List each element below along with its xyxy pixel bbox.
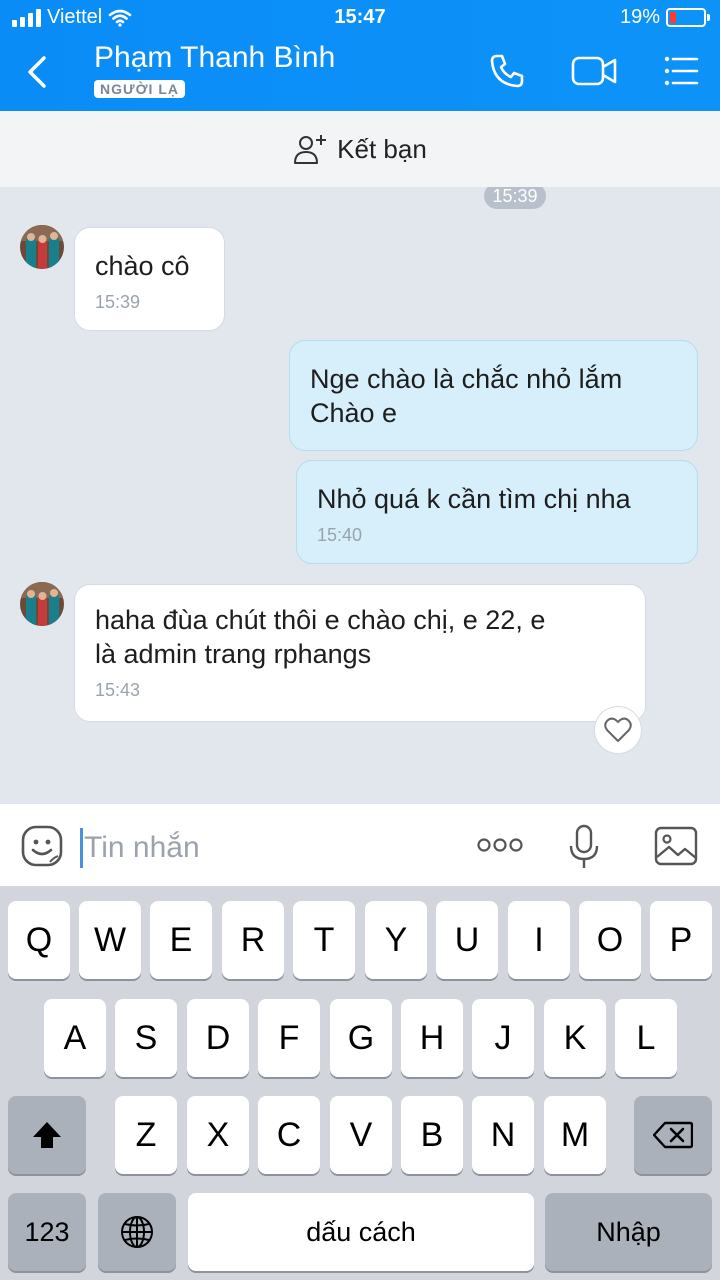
backspace-key[interactable]: [634, 1096, 712, 1174]
key-j[interactable]: J: [472, 999, 534, 1077]
add-user-icon: [294, 135, 327, 164]
keyboard: Q W E R T Y U I O P A S D F G H J K L Z …: [0, 886, 720, 1280]
key-g[interactable]: G: [330, 999, 392, 1077]
message-text: Nhỏ quá k cần tìm chị nha: [317, 484, 631, 514]
globe-icon: [121, 1216, 153, 1248]
key-s[interactable]: S: [115, 999, 177, 1077]
message-time: 15:40: [317, 525, 363, 545]
key-c[interactable]: C: [258, 1096, 320, 1174]
key-v[interactable]: V: [330, 1096, 392, 1174]
message-time: 15:39: [95, 292, 141, 312]
video-call-icon[interactable]: [570, 52, 618, 90]
status-time: 15:47: [334, 6, 386, 28]
key-k[interactable]: K: [544, 999, 606, 1077]
key-q[interactable]: Q: [8, 901, 70, 979]
back-icon[interactable]: [20, 50, 60, 94]
text-caret: [80, 828, 83, 868]
message-time: 15:43: [95, 680, 141, 700]
heart-icon: [604, 717, 632, 742]
key-i[interactable]: I: [508, 901, 570, 979]
key-u[interactable]: U: [436, 901, 498, 979]
key-w[interactable]: W: [79, 901, 141, 979]
status-bar: Viettel 15:47 19%: [0, 0, 720, 36]
return-key[interactable]: Nhập: [545, 1193, 712, 1271]
battery-percent: 19%: [619, 6, 660, 28]
message-bubble[interactable]: Nge chào là chắc nhỏ lắm Chào e: [289, 340, 698, 451]
message-bubble[interactable]: haha đùa chút thôi e chào chị, e 22, e l…: [74, 584, 646, 722]
message-bubble[interactable]: Nhỏ quá k cần tìm chị nha 15:40: [296, 460, 698, 564]
shift-icon: [33, 1122, 61, 1148]
avatar-image: [20, 225, 64, 269]
image-icon[interactable]: [654, 826, 698, 866]
key-f[interactable]: F: [258, 999, 320, 1077]
message-bubble[interactable]: chào cô 15:39: [74, 227, 225, 331]
key-o[interactable]: O: [579, 901, 641, 979]
nav-bar: Phạm Thanh Bình NGƯỜI LẠ: [0, 36, 720, 111]
avatar-image: [20, 582, 64, 626]
space-key[interactable]: dấu cách: [188, 1193, 534, 1271]
message-text: chào cô: [95, 251, 190, 281]
contact-name[interactable]: Phạm Thanh Bình: [94, 41, 335, 75]
key-a[interactable]: A: [44, 999, 106, 1077]
message-input-bar: [0, 804, 720, 886]
microphone-icon[interactable]: [568, 824, 600, 870]
add-friend-button[interactable]: Kết bạn: [0, 111, 720, 187]
chat-messages[interactable]: 15:39 chào cô 15:39 Nge chào là chắc nhỏ…: [0, 187, 720, 804]
key-m[interactable]: M: [544, 1096, 606, 1174]
menu-icon[interactable]: [662, 52, 700, 90]
react-heart-button[interactable]: [594, 706, 642, 754]
phone-icon[interactable]: [488, 52, 526, 90]
backspace-icon: [653, 1121, 693, 1149]
key-x[interactable]: X: [187, 1096, 249, 1174]
globe-key[interactable]: [98, 1193, 176, 1271]
key-d[interactable]: D: [187, 999, 249, 1077]
more-icon[interactable]: [476, 835, 524, 855]
time-divider: 15:39: [484, 187, 546, 209]
numbers-key[interactable]: 123: [8, 1193, 86, 1271]
sticker-icon[interactable]: [20, 824, 64, 868]
key-r[interactable]: R: [222, 901, 284, 979]
avatar[interactable]: [20, 225, 64, 269]
key-y[interactable]: Y: [365, 901, 427, 979]
add-friend-label: Kết bạn: [337, 133, 427, 164]
key-n[interactable]: N: [472, 1096, 534, 1174]
shift-key[interactable]: [8, 1096, 86, 1174]
key-t[interactable]: T: [293, 901, 355, 979]
key-h[interactable]: H: [401, 999, 463, 1077]
message-input[interactable]: [84, 824, 444, 872]
battery-icon: [666, 8, 710, 27]
battery-group: 19%: [619, 6, 710, 29]
key-z[interactable]: Z: [115, 1096, 177, 1174]
key-b[interactable]: B: [401, 1096, 463, 1174]
avatar[interactable]: [20, 582, 64, 626]
message-text: Nge chào là chắc nhỏ lắm: [310, 364, 623, 394]
stranger-badge: NGƯỜI LẠ: [94, 80, 185, 98]
message-text: haha đùa chút thôi e chào chị, e 22, e: [95, 605, 546, 635]
key-p[interactable]: P: [650, 901, 712, 979]
key-l[interactable]: L: [615, 999, 677, 1077]
message-text: Chào e: [310, 398, 398, 428]
key-e[interactable]: E: [150, 901, 212, 979]
chat-header: Viettel 15:47 19% Phạm Thanh Bình NGƯỜI …: [0, 0, 720, 111]
message-text: là admin trang rphangs: [95, 639, 372, 669]
